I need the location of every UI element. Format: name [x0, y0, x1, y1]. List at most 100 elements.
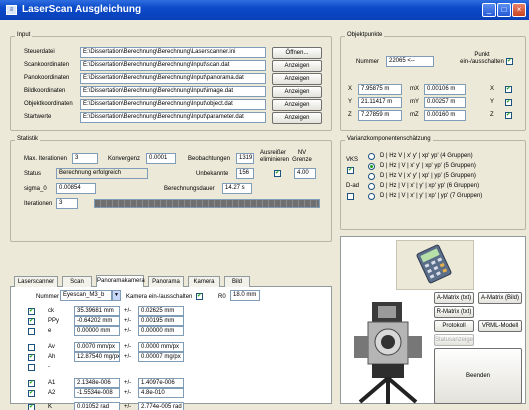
- param-value-field[interactable]: 35.39681 mm: [74, 306, 120, 316]
- coord-value-field[interactable]: 21.11417 m: [358, 97, 402, 108]
- param-checkbox[interactable]: [28, 328, 35, 335]
- param-value-field[interactable]: 2.1348e-006: [74, 378, 120, 388]
- vrml-button[interactable]: VRML-Modell: [478, 320, 522, 332]
- param-pm: +/-: [124, 308, 132, 314]
- param-checkbox[interactable]: [28, 364, 35, 371]
- anzeigen-button[interactable]: Anzeigen: [272, 60, 322, 72]
- coord-m-value: 0.00257 m: [424, 97, 466, 108]
- sigma-value: 0.00854: [56, 183, 96, 194]
- coord-axis-label: Y: [348, 99, 353, 105]
- anzeigen-button[interactable]: Anzeigen: [272, 73, 322, 85]
- ausreisser-checkbox[interactable]: ✔: [274, 170, 281, 177]
- vks-radio[interactable]: [368, 163, 375, 170]
- coord-chk-label: Z: [490, 112, 494, 118]
- nv-grenze-field[interactable]: 4.00: [294, 168, 316, 179]
- window-title: LaserScan Ausgleichung: [22, 4, 142, 15]
- param-value-field[interactable]: -0.64202 mm: [74, 316, 120, 326]
- tab-panoramakamera[interactable]: Panoramakamera: [96, 275, 145, 287]
- coord-checkbox[interactable]: ✔: [505, 112, 512, 119]
- anzeigen-button[interactable]: Anzeigen: [272, 112, 322, 124]
- param-pm: +/-: [124, 354, 132, 360]
- vks-radio[interactable]: [368, 173, 375, 180]
- param-checkbox[interactable]: [28, 344, 35, 351]
- param-name: K: [48, 404, 53, 410]
- tab-laserscanner[interactable]: Laserscanner: [14, 276, 58, 287]
- tab-kamera[interactable]: Kamera: [188, 276, 220, 287]
- param-pm: +/-: [124, 344, 132, 350]
- max-iter-field[interactable]: 3: [72, 153, 98, 164]
- param-checkbox[interactable]: ✔: [28, 308, 35, 315]
- input-path-field[interactable]: E:\Dissertation\Berechnung\Berechnung\In…: [80, 112, 266, 123]
- coord-m-value: 0.00160 m: [424, 110, 466, 121]
- konvergenz-field[interactable]: 0.0001: [146, 153, 176, 164]
- tab-bild[interactable]: Bild: [224, 276, 250, 287]
- r0-field[interactable]: 18.0 mm: [230, 290, 260, 301]
- beenden-button[interactable]: Beenden: [434, 348, 522, 404]
- param-value-field[interactable]: -1.5534e-008: [74, 388, 120, 398]
- param-sigma-field: 0.02625 mm: [138, 306, 184, 316]
- dropdown-arrow-icon[interactable]: ▼: [112, 290, 121, 301]
- param-checkbox[interactable]: ✔: [28, 380, 35, 387]
- coord-m-label: mX: [410, 86, 419, 92]
- param-checkbox[interactable]: ✔: [28, 354, 35, 361]
- input-path-field[interactable]: E:\Dissertation\Berechnung\Berechnung\In…: [80, 86, 266, 97]
- param-value-field[interactable]: 12.87540 mg/px: [74, 352, 120, 362]
- param-checkbox[interactable]: ✔: [28, 318, 35, 325]
- oeffnen-button[interactable]: Öffnen...: [272, 47, 322, 59]
- nummer-label: Nummer: [356, 59, 380, 65]
- param-sigma-field: 0.00007 mg/px: [138, 352, 184, 362]
- coord-checkbox[interactable]: ✔: [505, 99, 512, 106]
- param-checkbox[interactable]: ✔: [28, 404, 35, 410]
- minimize-icon[interactable]: _: [482, 3, 496, 17]
- amatrix-bild-button[interactable]: A-Matrix (Bild): [478, 292, 522, 304]
- input-row-label: Objektkoordinaten: [24, 101, 73, 107]
- pano-nummer-select[interactable]: Eyescan_M3_b: [60, 290, 112, 301]
- coord-checkbox[interactable]: ✔: [505, 86, 512, 93]
- param-sigma-field: 1.4097e-006: [138, 378, 184, 388]
- coord-value-field[interactable]: 7.27859 m: [358, 110, 402, 121]
- input-path-field[interactable]: E:\Dissertation\Berechnung\Berechnung\In…: [80, 60, 266, 71]
- statistik-label: Statistik: [15, 136, 41, 142]
- anzeigen-button[interactable]: Anzeigen: [272, 86, 322, 98]
- app-icon[interactable]: ≡: [6, 5, 17, 15]
- input-path-field[interactable]: E:\Dissertation\Berechnung\Berechnung\In…: [80, 73, 266, 84]
- input-path-field[interactable]: E:\Dissertation\Berechnung\Berechnung\In…: [80, 99, 266, 110]
- tab-scan[interactable]: Scan: [62, 276, 92, 287]
- vks-checkbox[interactable]: ✔: [347, 167, 354, 174]
- vks-option-label: D | Hz V | x' y' | xp' | yp' (5 Gruppen): [380, 173, 476, 179]
- amatrix-txt-button[interactable]: A-Matrix (txt): [434, 292, 474, 304]
- param-value-field[interactable]: 0.0070 mm/px: [74, 342, 120, 352]
- tab-panorama[interactable]: Panorama: [148, 276, 184, 287]
- statusanzeige-button[interactable]: Statusanzeige: [434, 334, 474, 346]
- vks-radio[interactable]: [368, 193, 375, 200]
- coord-value-field[interactable]: 7.95875 m: [358, 84, 402, 95]
- anzeigen-button[interactable]: Anzeigen: [272, 99, 322, 111]
- param-checkbox[interactable]: ✔: [28, 390, 35, 397]
- coord-m-value: 0.00106 m: [424, 84, 466, 95]
- param-sigma-field: 4.8e-010: [138, 388, 184, 398]
- param-value-field[interactable]: 0.01052 rad: [74, 402, 120, 410]
- protokoll-button[interactable]: Protokoll: [434, 320, 474, 332]
- input-row-label: Panokoordinaten: [24, 75, 70, 81]
- param-sigma-field: 2.774e-005 rad: [138, 402, 184, 410]
- nv-grenze-label: NV Grenze: [292, 150, 312, 163]
- objektpunkte-label: Objektpunkte: [345, 32, 385, 38]
- coord-chk-label: X: [490, 86, 495, 92]
- calculator-icon[interactable]: [416, 244, 452, 284]
- punkt-schalten-label: Punkt ein-/ausschalten: [460, 52, 504, 65]
- param-name: e: [48, 328, 52, 334]
- punkt-checkbox[interactable]: ✔: [506, 58, 513, 65]
- varianz-label: Varianzkomponentenschätzung: [345, 136, 433, 142]
- vks-radio[interactable]: [368, 153, 375, 160]
- progress-bar: [94, 199, 320, 208]
- kamera-checkbox[interactable]: ✔: [196, 293, 203, 300]
- maximize-icon[interactable]: □: [497, 3, 511, 17]
- vks-radio[interactable]: [368, 183, 375, 190]
- rmatrix-button[interactable]: R-Matrix (txt): [434, 306, 474, 318]
- input-path-field[interactable]: E:\Dissertation\Berechnung\Berechnung\La…: [80, 47, 266, 58]
- dad-checkbox[interactable]: [347, 193, 354, 200]
- close-icon[interactable]: ×: [512, 3, 526, 17]
- punkt-nummer-select[interactable]: 22065 <--: [386, 56, 434, 67]
- unbekannte-value: 156: [236, 168, 254, 179]
- param-value-field[interactable]: 0.00000 mm: [74, 326, 120, 336]
